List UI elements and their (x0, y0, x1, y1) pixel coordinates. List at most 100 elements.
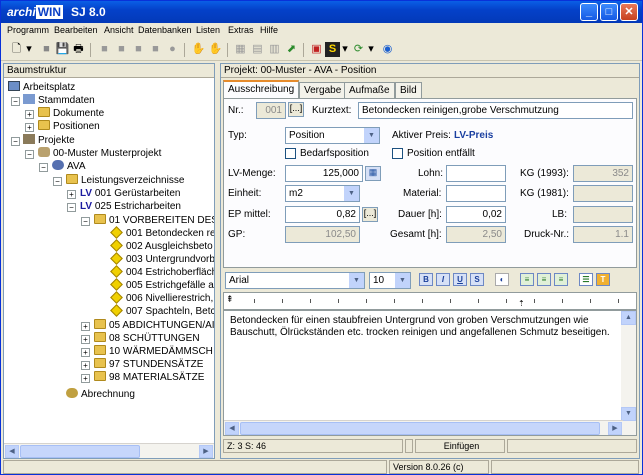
dauer-field[interactable]: 0,02 (446, 206, 506, 223)
ruler-marker-icon[interactable]: ⇡ (518, 299, 525, 308)
chevron-down-icon[interactable]: ▼ (395, 273, 410, 288)
expand-icon[interactable]: + (81, 335, 90, 344)
bold-icon[interactable]: B (419, 273, 433, 286)
collapse-icon[interactable]: − (81, 217, 90, 226)
tree-item-group-05[interactable]: 05 ABDICHTUNGEN/AI (94, 319, 214, 332)
cut-icon[interactable]: ■ (97, 42, 112, 57)
tree-item-pos-004[interactable]: 004 Estrichoberfläch (110, 265, 214, 279)
save-icon[interactable]: 💾 (55, 42, 70, 57)
kurztext-field[interactable]: Betondecken reinigen,grobe Verschmutzung (358, 102, 633, 119)
print-icon[interactable]: 🖶 (71, 42, 86, 57)
tree-item-group-98[interactable]: 98 MATERIALSÄTZE (94, 371, 204, 384)
lv-menge-field[interactable]: 125,000 (285, 165, 363, 182)
underline-icon[interactable]: U (453, 273, 467, 286)
refresh-icon[interactable]: ⟳ (351, 42, 366, 57)
expand-icon[interactable]: + (81, 348, 90, 357)
tree-item-leistungsverzeichnisse[interactable]: Leistungsverzeichnisse (66, 174, 184, 187)
tab-ausschreibung[interactable]: Ausschreibung (223, 80, 300, 98)
font-select[interactable]: Arial ▼ (225, 272, 365, 289)
italic-icon[interactable]: I (436, 273, 450, 286)
menu-bearbeiten[interactable]: Bearbeiten (54, 25, 98, 35)
table-icon[interactable]: ▥ (267, 42, 282, 57)
tab-bild[interactable]: Bild (395, 82, 422, 98)
collapse-icon[interactable]: − (11, 137, 20, 146)
tree-item-lv-025[interactable]: LV 025 Estricharbeiten (80, 200, 181, 213)
new-icon[interactable]: 🗋 (9, 42, 24, 57)
tree-item-group-01[interactable]: 01 VORBEREITEN DES (94, 214, 214, 227)
editor-vscrollbar[interactable]: ▲ ▼ (621, 311, 636, 435)
expand-icon[interactable]: + (25, 123, 34, 132)
lb-field[interactable] (573, 206, 633, 223)
scroll-up-icon[interactable]: ▲ (621, 311, 636, 325)
chevron-down-icon[interactable]: ▾ (341, 42, 349, 57)
pdf-icon[interactable]: ▣ (309, 42, 324, 57)
tree-item-positionen[interactable]: Positionen (38, 120, 100, 133)
menu-datenbanken[interactable]: Datenbanken (138, 25, 192, 35)
tree-item-group-97[interactable]: 97 STUNDENSÄTZE (94, 358, 203, 371)
druck-nr-field[interactable]: 1.1 (573, 226, 633, 243)
langtext-content[interactable]: Betondecken für einen staubfreien Unterg… (230, 315, 610, 339)
strikethrough-icon[interactable]: S (470, 273, 484, 286)
export-icon[interactable]: ⬈ (284, 42, 299, 57)
tree-item-group-08[interactable]: 08 SCHÜTTUNGEN (94, 332, 200, 345)
menu-ansicht[interactable]: Ansicht (104, 25, 134, 35)
calculator-icon[interactable]: ▦ (365, 166, 381, 181)
ep-browse-button[interactable]: [...] (362, 207, 378, 222)
tab-stop-icon[interactable]: ⇞ (226, 294, 234, 305)
maximize-button[interactable]: □ (600, 3, 618, 21)
chevron-down-icon[interactable]: ▾ (367, 42, 375, 57)
collapse-icon[interactable]: − (53, 177, 62, 186)
delete-icon[interactable]: ■ (148, 42, 163, 57)
tree-item-pos-003[interactable]: 003 Untergrundvorbe (110, 252, 214, 266)
tree-item-pos-005[interactable]: 005 Estrichgefälle a (110, 278, 214, 292)
menu-programm[interactable]: Programm (7, 25, 49, 35)
menu-hilfe[interactable]: Hilfe (260, 25, 278, 35)
chevron-down-icon[interactable]: ▼ (349, 273, 364, 288)
collapse-icon[interactable]: − (67, 203, 76, 212)
paste-icon[interactable]: ■ (131, 42, 146, 57)
collapse-icon[interactable]: − (39, 163, 48, 172)
expand-icon[interactable]: + (67, 190, 76, 199)
expand-icon[interactable]: + (25, 110, 34, 119)
menu-listen[interactable]: Listen (196, 25, 220, 35)
align-right-icon[interactable]: ≡ (554, 273, 568, 286)
expand-icon[interactable]: + (81, 361, 90, 370)
ep-mittel-field[interactable]: 0,82 (285, 206, 360, 223)
scroll-left-icon[interactable]: ◀ (225, 422, 239, 435)
scroll-down-icon[interactable]: ▼ (621, 407, 636, 421)
align-center-icon[interactable]: ≡ (537, 273, 551, 286)
close-button[interactable]: ✕ (620, 3, 638, 21)
font-size-select[interactable]: 10 ▼ (369, 272, 411, 289)
tree-item-pos-007[interactable]: 007 Spachteln, Betc (110, 304, 214, 318)
ruler[interactable]: ⇞ ⇡ (223, 292, 637, 310)
tree-item-group-10[interactable]: 10 WÄRMEDÄMMSCH (94, 345, 213, 358)
material-field[interactable] (446, 185, 506, 202)
tree-item-pos-006[interactable]: 006 Nivellierestrich, (110, 291, 213, 305)
stop-icon[interactable]: ● (165, 42, 180, 57)
editor-hscrollbar[interactable]: ◀ ▶ (224, 420, 623, 435)
hand-icon[interactable]: ✋ (191, 42, 206, 57)
menu-extras[interactable]: Extras (228, 25, 254, 35)
text-block-icon[interactable]: T (596, 273, 610, 286)
tree-item-arbeitsplatz[interactable]: Arbeitsplatz (8, 81, 75, 94)
scroll-thumb[interactable] (20, 445, 140, 458)
tree-item-dokumente[interactable]: Dokumente (38, 107, 104, 120)
tree-item-lv-001[interactable]: LV 001 Gerüstarbeiten (80, 187, 180, 200)
color-picker-icon[interactable]: ◐ (495, 273, 509, 286)
tree-item-pos-001[interactable]: 001 Betondecken re (110, 226, 214, 240)
lohn-field[interactable] (446, 165, 506, 182)
expand-icon[interactable]: + (81, 322, 90, 331)
nr-browse-button[interactable]: [...] (288, 102, 304, 117)
layout-icon[interactable]: ▤ (250, 42, 265, 57)
tab-aufmasse[interactable]: Aufmaße (344, 82, 395, 98)
list-icon[interactable]: ☰ (579, 273, 593, 286)
tab-vergabe[interactable]: Vergabe (299, 82, 347, 98)
bedarfsposition-checkbox[interactable] (285, 148, 296, 159)
tree-item-projekte[interactable]: Projekte (23, 134, 75, 147)
copy-icon[interactable]: ■ (114, 42, 129, 57)
tree-item-abrechnung[interactable]: Abrechnung (66, 388, 135, 401)
langtext-editor[interactable]: Betondecken für einen staubfreien Unterg… (223, 310, 637, 436)
chevron-down-icon[interactable]: ▼ (344, 186, 359, 201)
expand-icon[interactable]: + (81, 374, 90, 383)
tree-hscrollbar[interactable]: ◀ ▶ (4, 443, 214, 458)
